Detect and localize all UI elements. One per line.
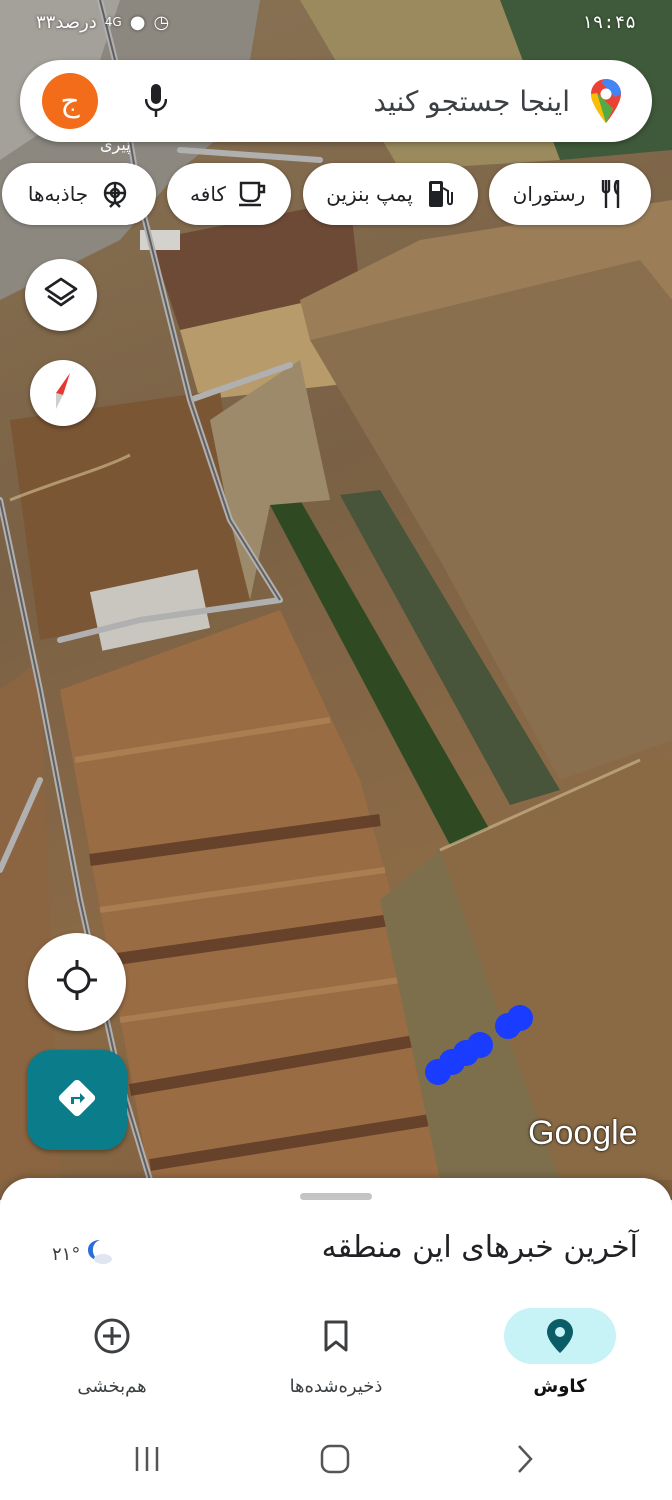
weather-temp: ۲۱° [52,1244,81,1265]
compass-button[interactable] [30,360,96,426]
home-button[interactable] [318,1442,352,1476]
bookmark-icon [280,1308,392,1364]
search-bar[interactable]: اینجا جستجو کنید ج [20,60,652,142]
account-avatar[interactable]: ج [42,73,98,129]
nav-explore[interactable]: کاوش [500,1308,620,1397]
nav-label: ذخیره‌شده‌ها [289,1376,383,1397]
directions-icon [57,1078,97,1122]
sheet-drag-handle[interactable] [300,1193,372,1200]
maps-pin-icon [588,78,624,124]
explore-pin-icon [504,1308,616,1364]
restaurant-icon [597,179,627,209]
search-input[interactable]: اینجا جستجو کنید [176,85,588,118]
nav-label: کاوش [533,1376,587,1397]
recent-apps-button[interactable] [130,1442,164,1476]
system-navigation [0,1420,672,1500]
chip-label: جاذبه‌ها [27,182,89,206]
chip-label: رستوران [512,182,586,206]
back-button[interactable] [508,1442,542,1476]
chip-attractions[interactable]: جاذبه‌ها [2,163,156,225]
layers-icon [44,277,78,313]
weather-widget: ۲۱° [52,1238,114,1271]
my-location-button[interactable] [28,933,126,1031]
chip-cafe[interactable]: کافه [167,163,291,225]
attractions-icon [100,179,130,209]
chip-label: کافه [190,182,226,206]
moon-cloud-icon [84,1238,114,1271]
nav-contribute[interactable]: هم‌بخشی [52,1308,172,1397]
compass-icon [48,371,78,415]
directions-button[interactable] [27,1050,127,1150]
alarm-icon: ◷ [153,11,170,33]
network-label: 4G [104,15,122,29]
layers-button[interactable] [25,259,97,331]
add-contribute-icon [56,1308,168,1364]
chip-gas-station[interactable]: پمپ بنزین [303,163,478,225]
category-chips: رستوران پمپ بنزین کافه جاذبه‌ها [0,163,672,225]
chip-restaurant[interactable]: رستوران [489,163,651,225]
google-attribution: Google [528,1114,638,1152]
clock: ۱۹:۴۵ [581,11,636,33]
chip-label: پمپ بنزین [326,182,413,206]
gas-station-icon [425,179,455,209]
location-icon: ● [129,11,146,33]
cafe-icon [238,179,268,209]
nav-label: هم‌بخشی [77,1376,147,1397]
status-bar: ۳۳درصد 4G ● ◷ ۱۹:۴۵ [0,0,672,44]
nav-saved[interactable]: ذخیره‌شده‌ها [276,1308,396,1397]
bottom-navigation: کاوش ذخیره‌شده‌ها هم‌بخشی [0,1308,672,1408]
battery-text: ۳۳درصد [36,11,97,33]
news-title: آخرین خبرهای این منطقه [321,1230,638,1265]
mic-icon[interactable] [136,81,176,121]
crosshair-icon [57,960,97,1004]
